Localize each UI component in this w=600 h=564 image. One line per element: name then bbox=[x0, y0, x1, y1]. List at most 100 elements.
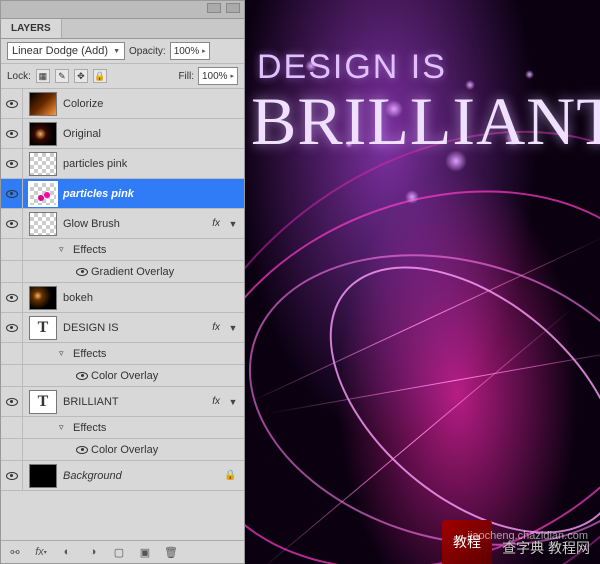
layer-name[interactable]: Original bbox=[63, 124, 244, 144]
opacity-input[interactable]: 100% ▸ bbox=[170, 42, 210, 60]
layer-thumbnail[interactable] bbox=[29, 286, 57, 310]
layer-name[interactable]: Background bbox=[63, 466, 224, 486]
layer-name[interactable]: DESIGN IS bbox=[63, 318, 212, 338]
layer-name[interactable]: BRILLIANT bbox=[63, 392, 212, 412]
effects-row[interactable]: ▿Effects bbox=[1, 343, 244, 365]
lock-icon: 🔒 bbox=[224, 470, 238, 481]
panel-window-controls bbox=[1, 1, 244, 19]
effects-label: Effects bbox=[73, 240, 244, 260]
lock-label: Lock: bbox=[7, 71, 31, 82]
chevron-down-icon: ▼ bbox=[113, 48, 120, 55]
chevron-down-icon[interactable]: ▼ bbox=[226, 323, 240, 333]
layer-row[interactable]: T BRILLIANTfx ▼ bbox=[1, 387, 244, 417]
layer-style-icon[interactable]: fx▾ bbox=[33, 545, 49, 559]
lock-transparent-icon[interactable]: ▦ bbox=[36, 69, 50, 83]
visibility-toggle[interactable] bbox=[1, 179, 23, 208]
layer-row[interactable]: bokeh bbox=[1, 283, 244, 313]
effect-name: Gradient Overlay bbox=[91, 262, 244, 282]
layer-thumbnail[interactable] bbox=[29, 92, 57, 116]
group-icon[interactable]: ▢ bbox=[111, 545, 127, 559]
layer-name[interactable]: particles pink bbox=[63, 184, 244, 204]
fill-value: 100% bbox=[202, 71, 228, 82]
layer-row[interactable]: Glow Brushfx ▼ bbox=[1, 209, 244, 239]
visibility-toggle[interactable] bbox=[1, 209, 23, 238]
chevron-down-icon[interactable]: ▼ bbox=[226, 219, 240, 229]
layer-name[interactable]: Colorize bbox=[63, 94, 244, 114]
effect-name: Color Overlay bbox=[91, 366, 244, 386]
chevron-down-icon[interactable]: ▼ bbox=[226, 397, 240, 407]
fx-badge: fx bbox=[212, 322, 220, 333]
adjustment-layer-icon[interactable]: ◑ bbox=[85, 545, 101, 559]
visibility-toggle[interactable] bbox=[1, 149, 23, 178]
chevron-down-icon[interactable]: ▿ bbox=[59, 422, 73, 433]
effect-item[interactable]: Gradient Overlay bbox=[1, 261, 244, 283]
layer-row[interactable]: T DESIGN ISfx ▼ bbox=[1, 313, 244, 343]
visibility-toggle[interactable] bbox=[1, 119, 23, 148]
chevron-down-icon[interactable]: ▿ bbox=[59, 348, 73, 359]
layer-row[interactable]: Background🔒 bbox=[1, 461, 244, 491]
layer-row[interactable]: particles pink bbox=[1, 179, 244, 209]
visibility-toggle[interactable] bbox=[1, 239, 23, 260]
visibility-toggle[interactable] bbox=[1, 343, 23, 364]
effects-label: Effects bbox=[73, 344, 244, 364]
eye-icon bbox=[6, 160, 18, 168]
menu-icon[interactable] bbox=[226, 3, 240, 13]
lock-fill-row: Lock: ▦ ✎ ✥ 🔒 Fill: 100% ▸ bbox=[1, 64, 244, 89]
visibility-toggle[interactable] bbox=[1, 313, 23, 342]
lock-paint-icon[interactable]: ✎ bbox=[55, 69, 69, 83]
effects-row[interactable]: ▿Effects bbox=[1, 239, 244, 261]
visibility-toggle[interactable] bbox=[1, 461, 23, 490]
visibility-toggle[interactable] bbox=[1, 283, 23, 312]
visibility-toggle[interactable] bbox=[1, 387, 23, 416]
opacity-label: Opacity: bbox=[129, 46, 166, 57]
fill-input[interactable]: 100% ▸ bbox=[198, 67, 238, 85]
tab-layers[interactable]: LAYERS bbox=[1, 19, 62, 38]
eye-icon bbox=[6, 130, 18, 138]
layer-name[interactable]: Glow Brush bbox=[63, 214, 212, 234]
chevron-right-icon: ▸ bbox=[230, 72, 234, 80]
layer-thumbnail[interactable]: T bbox=[29, 390, 57, 414]
watermark-badge: 教程 bbox=[442, 520, 492, 564]
collapse-icon[interactable] bbox=[207, 3, 221, 13]
layer-thumbnail[interactable]: T bbox=[29, 316, 57, 340]
visibility-toggle[interactable] bbox=[1, 439, 23, 460]
layer-name[interactable]: bokeh bbox=[63, 288, 244, 308]
fill-label: Fill: bbox=[178, 71, 194, 82]
effects-row[interactable]: ▿Effects bbox=[1, 417, 244, 439]
effect-name: Color Overlay bbox=[91, 440, 244, 460]
link-layers-icon[interactable]: ⚯ bbox=[7, 545, 23, 559]
layer-thumbnail[interactable] bbox=[29, 182, 57, 206]
fx-badge: fx bbox=[212, 218, 220, 229]
blend-mode-value: Linear Dodge (Add) bbox=[12, 45, 108, 57]
lock-all-icon[interactable]: 🔒 bbox=[93, 69, 107, 83]
layer-thumbnail[interactable] bbox=[29, 152, 57, 176]
visibility-toggle[interactable] bbox=[1, 89, 23, 118]
layer-row[interactable]: Original bbox=[1, 119, 244, 149]
visibility-toggle[interactable] bbox=[1, 261, 23, 282]
eye-icon bbox=[6, 398, 18, 406]
visibility-toggle[interactable] bbox=[1, 365, 23, 386]
lock-move-icon[interactable]: ✥ bbox=[74, 69, 88, 83]
eye-icon bbox=[6, 190, 18, 198]
layer-name[interactable]: particles pink bbox=[63, 154, 244, 174]
watermark-main: 查字典 教程网 bbox=[502, 538, 590, 558]
eye-icon bbox=[6, 294, 18, 302]
opacity-value: 100% bbox=[174, 46, 200, 57]
blend-opacity-row: Linear Dodge (Add) ▼ Opacity: 100% ▸ bbox=[1, 39, 244, 64]
layer-thumbnail[interactable] bbox=[29, 464, 57, 488]
blend-mode-select[interactable]: Linear Dodge (Add) ▼ bbox=[7, 42, 125, 60]
effect-item[interactable]: Color Overlay bbox=[1, 365, 244, 387]
eye-icon bbox=[76, 372, 88, 380]
eye-icon bbox=[76, 268, 88, 276]
chevron-down-icon[interactable]: ▿ bbox=[59, 244, 73, 255]
layer-mask-icon[interactable]: ◐ bbox=[59, 545, 75, 559]
visibility-toggle[interactable] bbox=[1, 417, 23, 438]
layer-thumbnail[interactable] bbox=[29, 212, 57, 236]
fx-badge: fx bbox=[212, 396, 220, 407]
layer-thumbnail[interactable] bbox=[29, 122, 57, 146]
new-layer-icon[interactable]: ▣ bbox=[137, 545, 153, 559]
layer-row[interactable]: particles pink bbox=[1, 149, 244, 179]
layer-row[interactable]: Colorize bbox=[1, 89, 244, 119]
delete-layer-icon[interactable]: 🗑 bbox=[163, 545, 179, 559]
effect-item[interactable]: Color Overlay bbox=[1, 439, 244, 461]
